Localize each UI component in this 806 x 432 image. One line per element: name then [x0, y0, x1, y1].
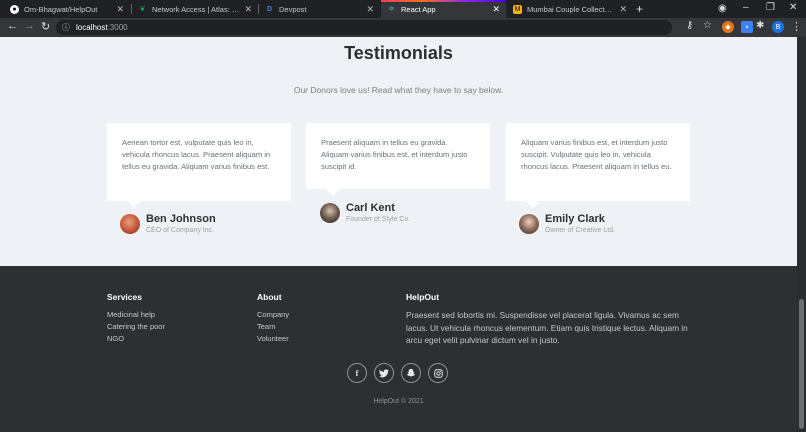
browser-toolbar: ← → ↻ ⓘ localhost:3000 ⚷ ☆ ◆ ▪ ✱ B ⋮ — [0, 18, 806, 37]
react-icon: ⚛ — [388, 6, 395, 13]
new-tab-button[interactable]: + — [636, 2, 643, 16]
avatar — [120, 213, 140, 234]
instagram-icon[interactable] — [428, 363, 448, 383]
footer-helpout: HelpOut Praesent sed lobortis mi. Suspen… — [406, 292, 688, 347]
close-icon[interactable]: ✕ — [116, 4, 124, 15]
address-bar[interactable]: ⓘ localhost:3000 — [56, 20, 672, 35]
footer-link-medicinal-help[interactable]: Medicinal help — [107, 309, 165, 321]
footer-heading: Services — [107, 292, 142, 302]
page-viewport: Testimonials Our Donors love us! Read wh… — [0, 37, 797, 432]
footer-link-volunteer[interactable]: Volunteer — [257, 333, 289, 345]
testimonial-quote: Praesent aliquam in tellus eu gravida. A… — [321, 138, 468, 171]
active-tab-indicator — [381, 0, 506, 2]
testimonial-card: Aliquam varius finibus est, et interdum … — [506, 123, 690, 208]
testimonial-card: Praesent aliquam in tellus eu gravida. A… — [306, 123, 490, 196]
author-name: Emily Clark — [545, 213, 605, 225]
metamask-extension-icon[interactable]: ◆ — [722, 21, 734, 33]
puzzle-extensions-icon[interactable]: ✱ — [756, 20, 764, 31]
copyright-text: HelpOut © 2021 — [373, 398, 424, 405]
tab-devpost[interactable]: D Devpost ✕ — [259, 0, 380, 18]
tab-github[interactable]: ● Om-Bhagwat/HelpOut ✕ — [4, 0, 130, 18]
back-arrow-icon[interactable]: ← — [7, 20, 18, 32]
facebook-icon[interactable]: f — [347, 363, 367, 383]
reload-icon[interactable]: ↻ — [41, 20, 50, 33]
snapchat-icon[interactable] — [401, 363, 421, 383]
devpost-icon: D — [266, 5, 273, 13]
close-icon[interactable]: ✕ — [619, 4, 627, 15]
footer-heading: HelpOut — [406, 292, 440, 302]
social-links: f — [347, 363, 448, 383]
close-icon[interactable]: ✕ — [366, 4, 374, 15]
author-role: Founder of Style Co. — [346, 216, 411, 223]
footer-services: Services Medicinal help Catering the poo… — [107, 292, 165, 345]
news-icon: M — [513, 4, 522, 14]
author-name: Ben Johnson — [146, 213, 216, 225]
close-window-button[interactable]: ✕ — [789, 2, 797, 13]
browser-tab-strip: ● Om-Bhagwat/HelpOut ✕ ❦ Network Access … — [0, 0, 806, 18]
tab-news[interactable]: M Mumbai Couple Collects 20 Kg C ✕ — [507, 0, 633, 18]
profile-avatar[interactable]: B — [772, 21, 784, 33]
minimize-button[interactable]: – — [743, 2, 749, 13]
footer-about-text: Praesent sed lobortis mi. Suspendisse ve… — [406, 310, 688, 345]
footer-heading: About — [257, 292, 282, 302]
testimonials-subtitle: Our Donors love us! Read what they have … — [293, 85, 504, 95]
testimonial-author: Ben Johnson CEO of Company Inc. — [120, 213, 216, 234]
scrollbar-thumb[interactable] — [799, 299, 804, 429]
author-role: Owner of Creative Ltd. — [545, 227, 616, 234]
tab-title: Om-Bhagwat/HelpOut — [24, 4, 98, 14]
key-icon[interactable]: ⚷ — [686, 20, 693, 31]
close-icon[interactable]: ✕ — [244, 4, 252, 15]
forward-arrow-icon[interactable]: → — [24, 20, 35, 32]
page-scrollbar[interactable] — [797, 37, 806, 432]
footer-link-ngo[interactable]: NGO — [107, 333, 165, 345]
testimonial-author: Carl Kent Founder of Style Co. — [320, 202, 410, 223]
mongodb-leaf-icon: ❦ — [139, 6, 146, 13]
maximize-button[interactable]: ❐ — [766, 2, 775, 13]
tab-title: Devpost — [279, 4, 307, 14]
footer-link-catering[interactable]: Catering the poor — [107, 321, 165, 333]
github-icon: ● — [10, 4, 19, 14]
footer-about: About Company Team Volunteer — [257, 292, 289, 345]
testimonial-author: Emily Clark Owner of Creative Ltd. — [519, 213, 615, 234]
footer-link-team[interactable]: Team — [257, 321, 289, 333]
tab-react-app[interactable]: ⚛ React App ✕ — [381, 0, 506, 18]
url-host: localhost — [76, 23, 108, 32]
info-icon[interactable]: ⓘ — [62, 22, 70, 33]
twitter-icon[interactable] — [374, 363, 394, 383]
testimonial-card: Aenean tortor est, vulputate quis leo in… — [107, 123, 291, 208]
avatar — [519, 213, 539, 234]
tab-search-icon[interactable]: ◉ — [718, 3, 727, 14]
tab-title: Mumbai Couple Collects 20 Kg C — [527, 4, 615, 14]
site-footer: Services Medicinal help Catering the poo… — [0, 266, 797, 432]
tab-title: React App — [401, 4, 436, 14]
author-name: Carl Kent — [346, 202, 395, 214]
menu-kebab-icon[interactable]: ⋮ — [791, 20, 802, 33]
testimonial-quote: Aliquam varius finibus est, et interdum … — [521, 138, 672, 171]
testimonials-heading: Testimonials — [344, 43, 453, 63]
avatar — [320, 202, 340, 223]
bookmark-star-icon[interactable]: ☆ — [703, 20, 712, 31]
footer-link-company[interactable]: Company — [257, 309, 289, 321]
close-icon[interactable]: ✕ — [492, 4, 500, 15]
tab-mongodb[interactable]: ❦ Network Access | Atlas: MongoDB ✕ — [132, 0, 258, 18]
author-role: CEO of Company Inc. — [146, 227, 215, 234]
tab-title: Network Access | Atlas: MongoDB — [152, 4, 240, 14]
testimonial-quote: Aenean tortor est, vulputate quis leo in… — [122, 138, 271, 171]
url-port: :3000 — [107, 23, 128, 32]
extension-icon[interactable]: ▪ — [741, 21, 753, 33]
